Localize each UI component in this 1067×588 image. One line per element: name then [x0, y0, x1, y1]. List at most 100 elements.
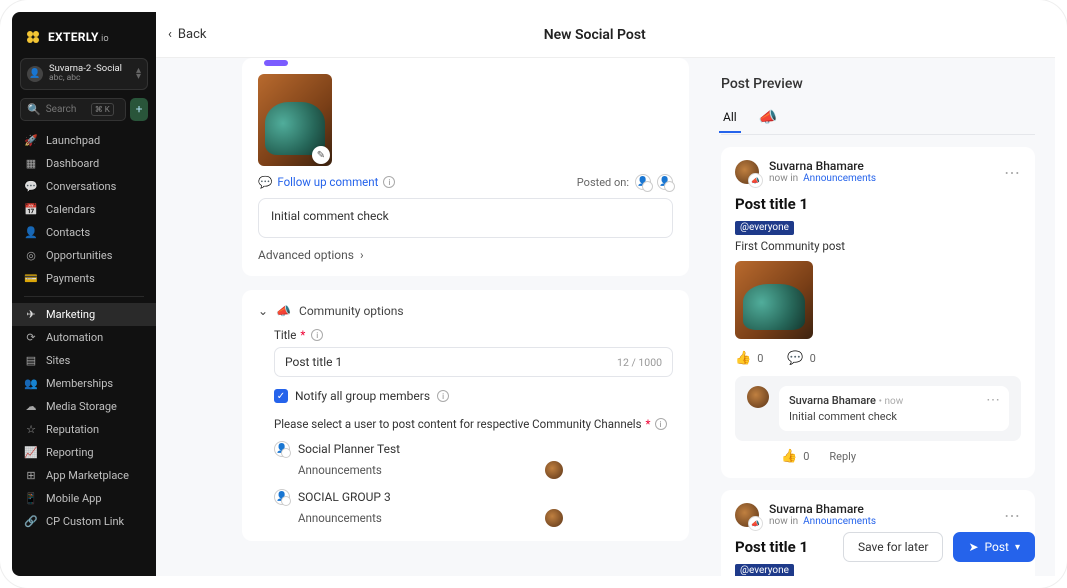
community-card: ⌄ 📣 Community options Title * i 12 / 100…: [242, 290, 689, 541]
info-icon[interactable]: i: [311, 329, 323, 341]
required-asterisk: *: [646, 417, 651, 431]
channel-group-header: 👤 SOCIAL GROUP 3: [274, 489, 673, 505]
nav-item-memberships[interactable]: 👥Memberships: [12, 372, 156, 395]
compose-card: ✎ 💬 Follow up comment i Posted on: 👤 👤: [242, 58, 689, 276]
nav-icon: ⟳: [24, 331, 38, 344]
select-user-label: Please select a user to post content for…: [274, 417, 642, 431]
nav-item-mobile-app[interactable]: 📱Mobile App: [12, 487, 156, 510]
nav-item-payments[interactable]: 💳Payments: [12, 267, 156, 290]
info-icon[interactable]: i: [383, 176, 395, 188]
preview-post-body: First Community post: [735, 239, 1021, 253]
chevron-down-icon: ▾: [1015, 542, 1020, 553]
everyone-tag: @everyone: [735, 221, 794, 235]
post-button[interactable]: ➤ Post ▾: [953, 532, 1035, 562]
nav-item-reporting[interactable]: 📈Reporting: [12, 441, 156, 464]
add-button[interactable]: +: [130, 98, 148, 121]
app-frame: EXTERLY.io 👤 Suvarna-2 -Social abc, abc …: [0, 0, 1067, 588]
post-channel-link[interactable]: Announcements: [803, 516, 876, 527]
preview-tab-all[interactable]: All: [721, 104, 739, 132]
nav-item-cp-custom-link[interactable]: 🔗 CP Custom Link: [12, 510, 156, 533]
post-menu-icon[interactable]: ⋯: [1004, 163, 1021, 182]
nav-item-opportunities[interactable]: ◎Opportunities: [12, 244, 156, 267]
nav-icon: 🔗: [24, 515, 38, 528]
posted-profile-1-icon[interactable]: 👤: [635, 174, 651, 190]
comment-action[interactable]: 💬0: [787, 351, 815, 366]
nav-item-contacts[interactable]: 👤Contacts: [12, 221, 156, 244]
nav-item-marketing[interactable]: ✈Marketing: [12, 303, 156, 326]
reply-label: Reply: [829, 450, 856, 463]
thumbs-up-icon: 👍: [781, 449, 797, 464]
chevron-left-icon: ‹: [168, 27, 172, 42]
nav-item-calendars[interactable]: 📅Calendars: [12, 198, 156, 221]
nav-icon: 💬: [24, 180, 38, 193]
nav-label: CP Custom Link: [46, 515, 124, 528]
nav-item-launchpad[interactable]: 🚀Launchpad: [12, 129, 156, 152]
brand-logo: EXTERLY.io: [12, 22, 156, 58]
comment-preview: Suvarna Bhamare • now Initial comment ch…: [735, 376, 1021, 441]
nav-icon: 👤: [24, 226, 38, 239]
like-action[interactable]: 👍0: [735, 351, 763, 366]
format-chip: [264, 60, 288, 66]
comment-time: • now: [879, 396, 904, 407]
edit-image-icon[interactable]: ✎: [312, 146, 330, 164]
comment-like-action[interactable]: 👍0: [781, 449, 809, 464]
megaphone-icon: 📣: [276, 304, 291, 318]
chevron-down-icon: ⌄: [258, 304, 268, 318]
group-profile-icon[interactable]: 👤: [274, 489, 290, 505]
preview-post-image[interactable]: [735, 261, 813, 339]
group-profile-icon[interactable]: 👤: [274, 441, 290, 457]
notify-checkbox[interactable]: ✓: [274, 389, 288, 403]
advanced-options-toggle[interactable]: Advanced options ›: [258, 248, 673, 262]
chevron-right-icon: ›: [360, 248, 364, 262]
page-title: New Social Post: [206, 27, 983, 43]
follow-up-comment-link[interactable]: 💬 Follow up comment i: [258, 175, 395, 189]
post-menu-icon[interactable]: ⋯: [1004, 506, 1021, 525]
title-input-wrap[interactable]: 12 / 1000: [274, 347, 673, 377]
title-counter: 12 / 1000: [617, 356, 662, 369]
channel-row[interactable]: Announcements: [274, 457, 673, 479]
info-icon[interactable]: i: [655, 418, 667, 430]
comment-avatar: [747, 386, 769, 408]
notify-checkbox-row[interactable]: ✓ Notify all group members i: [274, 389, 673, 403]
comment-menu-icon[interactable]: ⋯: [986, 392, 1001, 408]
nav-item-dashboard[interactable]: ▦Dashboard: [12, 152, 156, 175]
nav-item-media-storage[interactable]: ☁Media Storage: [12, 395, 156, 418]
comment-reply-action[interactable]: Reply: [829, 449, 856, 464]
footer-actions: Save for later ➤ Post ▾: [843, 532, 1035, 562]
nav-item-automation[interactable]: ⟳Automation: [12, 326, 156, 349]
search-kbd: ⌘ K: [91, 103, 114, 116]
info-icon[interactable]: i: [437, 390, 449, 402]
post-time: now in: [769, 516, 798, 527]
nav-item-conversations[interactable]: 💬Conversations: [12, 175, 156, 198]
channel-user-avatar[interactable]: [545, 461, 563, 479]
nav: 🚀Launchpad▦Dashboard💬Conversations📅Calen…: [12, 129, 156, 533]
attached-image-thumb[interactable]: ✎: [258, 74, 332, 166]
posted-profile-2-icon[interactable]: 👤: [657, 174, 673, 190]
nav-item-reputation[interactable]: ☆Reputation: [12, 418, 156, 441]
nav-item-app-marketplace[interactable]: ⊞App Marketplace: [12, 464, 156, 487]
topbar: ‹ Back New Social Post: [156, 12, 1055, 58]
nav-label: Memberships: [46, 377, 113, 390]
nav-icon: 💳: [24, 272, 38, 285]
account-switcher[interactable]: 👤 Suvarna-2 -Social abc, abc ▴▾: [20, 58, 148, 90]
save-for-later-button[interactable]: Save for later: [843, 532, 944, 562]
post-channel-link[interactable]: Announcements: [803, 173, 876, 184]
comment-textfield[interactable]: Initial comment check: [258, 198, 673, 238]
required-asterisk: *: [300, 328, 305, 342]
preview-tab-announcements[interactable]: 📣: [757, 102, 780, 134]
search-input-wrap[interactable]: 🔍 ⌘ K: [20, 98, 126, 121]
channel-user-avatar[interactable]: [545, 509, 563, 527]
advanced-label: Advanced options: [258, 248, 354, 262]
post-label: Post: [985, 540, 1009, 554]
nav-item-sites[interactable]: ▤Sites: [12, 349, 156, 372]
channel-row[interactable]: Announcements: [274, 505, 673, 527]
back-button[interactable]: ‹ Back: [168, 27, 206, 42]
community-heading[interactable]: ⌄ 📣 Community options: [258, 304, 673, 318]
nav-label: Launchpad: [46, 134, 100, 147]
title-input[interactable]: [285, 355, 617, 369]
preview-tabs: All 📣: [721, 102, 1035, 135]
search-input[interactable]: [46, 104, 86, 115]
comment-count: 0: [810, 352, 816, 365]
channel-name: Announcements: [298, 463, 382, 477]
comment-icon: 💬: [787, 351, 803, 366]
